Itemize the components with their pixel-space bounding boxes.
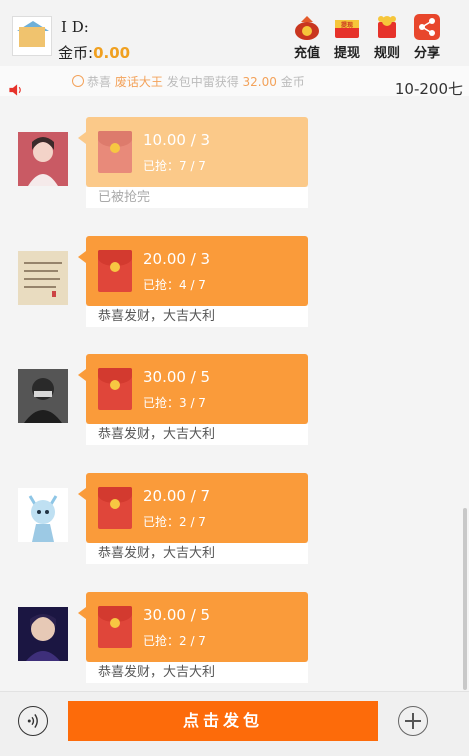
red-envelope-icon [98, 250, 132, 292]
rules-label: 规则 [373, 46, 400, 61]
recharge-button[interactable]: 充值 [287, 14, 327, 61]
packet-amount: 30.00 / 5 [143, 606, 211, 624]
recharge-label: 充值 [293, 46, 320, 61]
packet-wish-text: 已被抢完 [86, 187, 308, 208]
rules-icon [378, 16, 396, 38]
packet-wish-text: 恭喜发财，大吉大利 [86, 662, 308, 683]
packet-message: 20.00 / 7 已抢：2 / 7 恭喜发财，大吉大利 [0, 473, 469, 569]
packet-amount: 10.00 / 3 [143, 131, 211, 149]
coin-value: 0.00 [93, 44, 131, 62]
red-packet-bubble[interactable]: 30.00 / 5 已抢：3 / 7 [78, 354, 308, 424]
share-button[interactable]: 分享 [407, 14, 447, 61]
notice-circle-icon [72, 75, 84, 87]
user-avatar[interactable] [12, 16, 52, 56]
notice-prefix: 恭喜 [87, 75, 112, 89]
notice-amount: 32.00 [242, 75, 277, 89]
packet-grab-count: 已抢：7 / 7 [143, 159, 206, 173]
speaker-icon[interactable] [8, 83, 22, 97]
amount-range: 10-200七 [394, 80, 463, 98]
packet-wish-text: 恭喜发财，大吉大利 [86, 543, 308, 564]
sender-avatar[interactable] [18, 369, 68, 423]
red-packet-bubble[interactable]: 10.00 / 3 已抢：7 / 7 [78, 117, 308, 187]
send-packet-button[interactable]: 点击发包 [68, 701, 378, 741]
packet-message: 30.00 / 5 已抢：3 / 7 恭喜发财，大吉大利 [0, 354, 469, 450]
withdraw-button[interactable]: 提现 提现 [327, 14, 367, 61]
packet-grab-count: 已抢：3 / 7 [143, 396, 206, 410]
red-packet-bubble[interactable]: 20.00 / 3 已抢：4 / 7 [78, 236, 308, 306]
scrollbar-thumb[interactable] [463, 508, 467, 690]
avatar-house-shape [19, 27, 45, 47]
packet-grab-count: 已抢：4 / 7 [143, 278, 206, 292]
sender-avatar[interactable] [18, 607, 68, 661]
packet-wish-text: 恭喜发财，大吉大利 [86, 424, 308, 445]
bottom-bar: 点击发包 [0, 691, 469, 756]
packet-grab-count: 已抢：2 / 7 [143, 515, 206, 529]
withdraw-label: 提现 [333, 46, 360, 61]
voice-input-icon[interactable] [18, 706, 48, 736]
packet-amount: 20.00 / 3 [143, 250, 211, 268]
add-more-icon[interactable] [398, 706, 428, 736]
notice-suffix: 金币 [280, 75, 305, 89]
red-packet-bubble[interactable]: 30.00 / 5 已抢：2 / 7 [78, 592, 308, 662]
rules-button[interactable]: 规则 [367, 14, 407, 61]
sender-avatar[interactable] [18, 251, 68, 305]
red-envelope-icon [98, 606, 132, 648]
notice-middle: 发包中雷获得 [166, 75, 239, 89]
money-bag-icon [295, 16, 319, 40]
packet-message: 10.00 / 3 已抢：7 / 7 已被抢完 [0, 117, 469, 213]
user-id-label: I D: [61, 18, 89, 36]
share-icon [414, 14, 440, 40]
top-header: I D: 金币:0.00 充值 提现 提现 规则 分享 [0, 0, 469, 66]
red-envelope-icon [98, 487, 132, 529]
packet-amount: 30.00 / 5 [143, 368, 211, 386]
packet-wish-text: 恭喜发财，大吉大利 [86, 306, 308, 327]
withdraw-icon: 提现 [335, 20, 359, 38]
red-envelope-icon [98, 368, 132, 410]
red-envelope-icon [98, 131, 132, 173]
winner-notice-text: 恭喜 废话大王 发包中雷获得 32.00 金币 [72, 73, 305, 90]
share-label: 分享 [413, 46, 440, 61]
red-packet-bubble[interactable]: 20.00 / 7 已抢：2 / 7 [78, 473, 308, 543]
coin-label: 金币: [58, 44, 94, 62]
packet-message: 30.00 / 5 已抢：2 / 7 恭喜发财，大吉大利 [0, 592, 469, 688]
sender-avatar[interactable] [18, 132, 68, 186]
packet-message: 20.00 / 3 已抢：4 / 7 恭喜发财，大吉大利 [0, 236, 469, 332]
packet-amount: 20.00 / 7 [143, 487, 211, 505]
notice-user: 废话大王 [114, 75, 163, 89]
withdraw-icon-text: 提现 [341, 21, 353, 29]
coin-balance: 金币:0.00 [58, 42, 130, 63]
winner-notice-bar: 恭喜 废话大王 发包中雷获得 32.00 金币 10-200七 [0, 66, 469, 98]
sender-avatar[interactable] [18, 488, 68, 542]
packet-grab-count: 已抢：2 / 7 [143, 634, 206, 648]
